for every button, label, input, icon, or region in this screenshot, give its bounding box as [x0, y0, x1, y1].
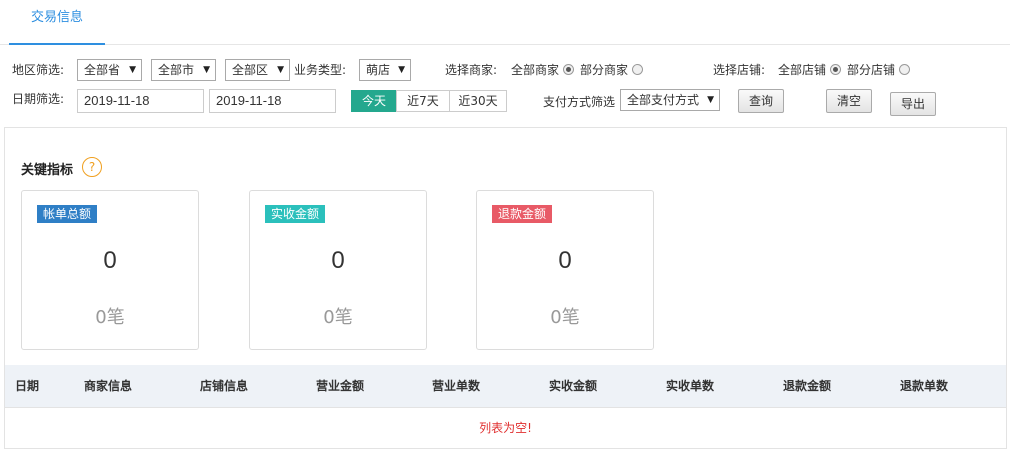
range-30days-button[interactable]: 近30天	[449, 90, 507, 112]
chevron-down-icon: ▼	[129, 65, 136, 75]
district-select[interactable]: 全部区 ▼	[225, 59, 290, 81]
kpi-card-badge: 实收金额	[265, 205, 326, 223]
clear-button[interactable]: 清空	[826, 89, 872, 113]
merchant-option-all-label: 全部商家	[511, 63, 560, 77]
date-filter-label: 日期筛选:	[12, 92, 65, 106]
business-type-select[interactable]: 萌店 ▼	[359, 59, 411, 81]
province-select[interactable]: 全部省 ▼	[77, 59, 142, 81]
store-label: 选择店铺:	[713, 63, 766, 77]
chevron-down-icon: ▼	[707, 95, 714, 105]
kpi-card-value: 0	[331, 247, 345, 274]
help-icon[interactable]: ?	[82, 157, 102, 177]
key-metrics-title: 关键指标	[21, 163, 74, 178]
tab-transaction-info[interactable]: 交易信息	[9, 0, 105, 45]
kpi-card-value: 0	[103, 247, 117, 274]
column-header-revenue-amount: 营业金额	[316, 379, 365, 393]
chevron-down-icon: ▼	[398, 65, 405, 75]
empty-list-message: 列表为空!	[479, 421, 532, 435]
end-date-input[interactable]: 2019-11-18	[209, 89, 336, 113]
city-select-value: 全部市	[158, 63, 195, 77]
kpi-card-count: 0笔	[550, 307, 580, 328]
chevron-down-icon: ▼	[203, 65, 210, 75]
start-date-input[interactable]: 2019-11-18	[77, 89, 204, 113]
column-header-revenue-orders: 营业单数	[432, 379, 481, 393]
merchant-radio-group: 全部商家 部分商家	[511, 61, 649, 78]
kpi-card-refund: 退款金额 0 0笔	[476, 190, 654, 350]
kpi-card-badge: 帐单总额	[37, 205, 98, 223]
district-select-value: 全部区	[232, 63, 269, 77]
payment-method-label: 支付方式筛选	[543, 95, 616, 109]
payment-method-select[interactable]: 全部支付方式 ▼	[620, 89, 720, 111]
merchant-option-all-radio[interactable]	[563, 64, 575, 75]
column-header-received-amount: 实收金额	[549, 379, 598, 393]
content-panel: 关键指标 ? 帐单总额 0 0笔 实收金额 0 0笔 退款金额 0 0笔 日期 …	[4, 127, 1007, 449]
chevron-down-icon: ▼	[277, 65, 284, 75]
payment-method-value: 全部支付方式	[627, 93, 700, 107]
business-type-value: 萌店	[366, 63, 391, 77]
column-header-received-orders: 实收单数	[666, 379, 715, 393]
kpi-card-value: 0	[558, 247, 572, 274]
store-option-all-label: 全部店铺	[778, 63, 827, 77]
export-button[interactable]: 导出	[890, 92, 936, 116]
province-select-value: 全部省	[84, 63, 121, 77]
query-button[interactable]: 查询	[738, 89, 784, 113]
kpi-card-received: 实收金额 0 0笔	[249, 190, 427, 350]
kpi-card-bill-total: 帐单总额 0 0笔	[21, 190, 199, 350]
merchant-label: 选择商家:	[445, 63, 498, 77]
store-option-all-radio[interactable]	[830, 64, 842, 75]
column-header-merchant: 商家信息	[84, 379, 133, 393]
store-option-partial-radio[interactable]	[899, 64, 911, 75]
column-header-date: 日期	[15, 379, 40, 393]
region-filter-label: 地区筛选:	[12, 63, 65, 77]
kpi-card-badge: 退款金额	[492, 205, 553, 223]
column-header-refund-orders: 退款单数	[900, 379, 949, 393]
merchant-option-partial-label: 部分商家	[580, 63, 629, 77]
kpi-card-count: 0笔	[95, 307, 125, 328]
merchant-option-partial-radio[interactable]	[632, 64, 644, 75]
business-type-label: 业务类型:	[294, 63, 347, 77]
city-select[interactable]: 全部市 ▼	[151, 59, 216, 81]
kpi-card-count: 0笔	[323, 307, 353, 328]
table-header: 日期 商家信息 店铺信息 营业金额 营业单数 实收金额 实收单数 退款金额 退款…	[5, 365, 1006, 408]
store-option-partial-label: 部分店铺	[847, 63, 896, 77]
tab-bar: 交易信息	[0, 0, 1010, 45]
range-7days-button[interactable]: 近7天	[396, 90, 450, 112]
range-today-button[interactable]: 今天	[351, 90, 397, 112]
column-header-refund-amount: 退款金额	[783, 379, 832, 393]
store-radio-group: 全部店铺 部分店铺	[778, 61, 916, 78]
column-header-store: 店铺信息	[200, 379, 249, 393]
